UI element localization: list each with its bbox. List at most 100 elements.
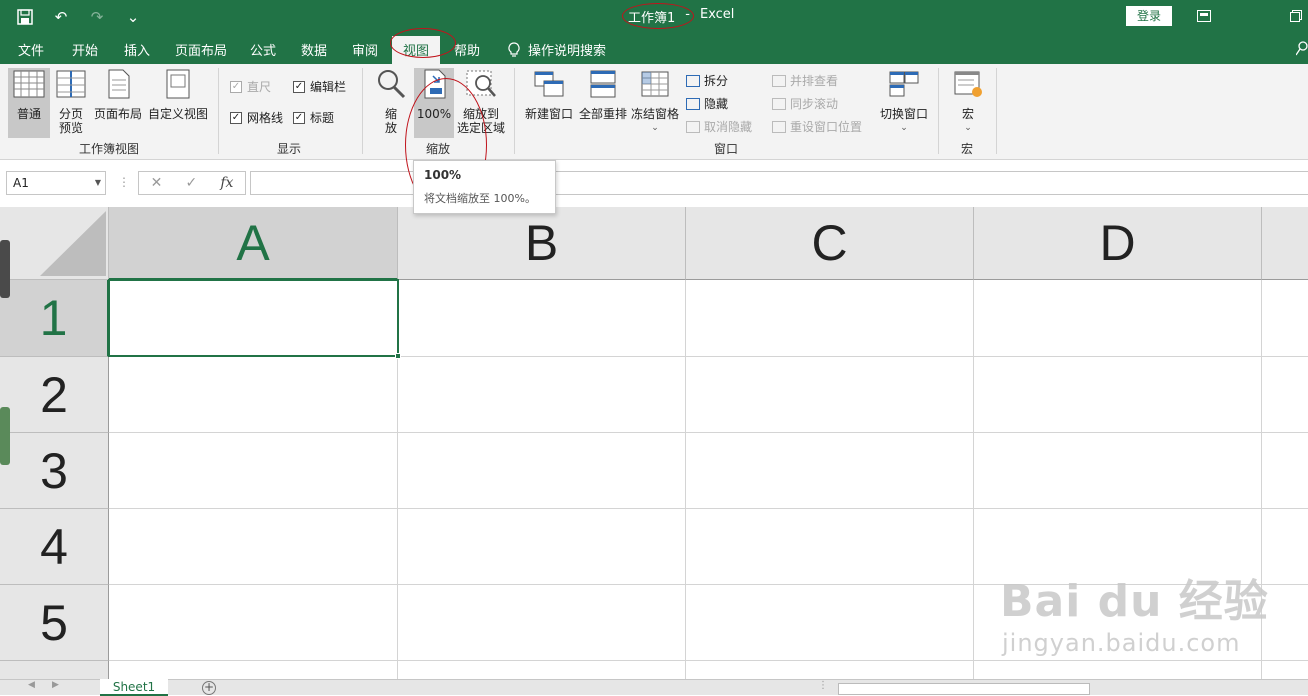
row-header-5[interactable]: 5	[0, 585, 109, 661]
switch-windows-label: 切换窗口	[879, 107, 928, 121]
row-header-1[interactable]: 1	[0, 280, 109, 357]
restore-window-icon[interactable]	[1284, 6, 1308, 26]
ruler-label: 直尺	[247, 80, 272, 94]
left-edge-slider-2[interactable]	[0, 407, 10, 465]
macros-label: 宏	[961, 107, 974, 121]
active-cell-a1[interactable]	[108, 279, 399, 357]
baidu-jingyan-watermark: Bai du 经验 jingyan.baidu.com	[1000, 565, 1300, 675]
gridline	[685, 280, 686, 679]
ribbon: 普通 分页 预览 页面布局 自定义视图 工作簿视图 ✓ 直尺 ✓ 编辑栏 ✓ 网…	[0, 64, 1308, 160]
gridline	[973, 280, 974, 679]
annotation-circle-view-tab	[390, 28, 456, 58]
annotation-circle-title	[622, 3, 694, 29]
tab-insert[interactable]: 插入	[124, 40, 150, 59]
workbook-views-group-label: 工作簿视图	[79, 142, 140, 156]
undo-icon[interactable]: ↶	[50, 6, 72, 28]
group-divider	[996, 68, 997, 154]
tab-file[interactable]: 文件	[18, 40, 44, 59]
tab-help[interactable]: 帮助	[454, 40, 480, 59]
headings-checkbox[interactable]: ✓ 标题	[293, 109, 334, 126]
sheet-tab-sheet1[interactable]: Sheet1	[100, 679, 168, 696]
column-header-d[interactable]: D	[974, 207, 1262, 280]
column-header-c[interactable]: C	[686, 207, 974, 280]
quick-access-toolbar: ↶ ↷ ⌄	[14, 6, 144, 28]
view-side-by-side-button[interactable]: 并排查看	[772, 72, 838, 89]
gridline	[109, 508, 1308, 509]
formula-bar-label: 编辑栏	[310, 80, 347, 94]
add-sheet-icon[interactable]: +	[202, 681, 216, 695]
select-all-corner[interactable]	[0, 207, 109, 280]
page-layout-view-button[interactable]: 页面布局	[93, 68, 143, 121]
custom-views-button[interactable]: 自定义视图	[147, 68, 209, 121]
row-header-4[interactable]: 4	[0, 509, 109, 585]
macros-group-label: 宏	[961, 142, 974, 156]
zoom-100-tooltip: 100% 将文档缩放至 100%。	[413, 160, 556, 214]
show-group-label: 显示	[277, 142, 302, 156]
sync-scroll-label: 同步滚动	[790, 97, 839, 111]
cancel-icon[interactable]: ✕	[151, 175, 163, 191]
account-icon[interactable]	[1295, 40, 1308, 59]
enter-icon[interactable]: ✓	[185, 175, 197, 191]
freeze-panes-label: 冻结窗格	[630, 107, 679, 121]
column-header-e[interactable]	[1262, 207, 1308, 280]
zoom-button[interactable]: 缩 放	[374, 68, 408, 135]
formula-bar-check-box: ✓	[293, 80, 305, 93]
watermark-sub: jingyan.baidu.com	[1002, 629, 1241, 657]
ribbon-display-options-icon[interactable]	[1192, 6, 1216, 26]
formula-buttons: ✕ ✓ fx	[138, 171, 246, 195]
row-header-2[interactable]: 2	[0, 357, 109, 433]
headings-check-box: ✓	[293, 111, 305, 124]
row-header-3[interactable]: 3	[0, 433, 109, 509]
next-sheet-icon[interactable]: ▶	[52, 680, 59, 690]
page-break-preview-button[interactable]: 分页 预览	[54, 68, 88, 135]
name-box[interactable]: A1 ▼	[6, 171, 106, 195]
insert-function-icon[interactable]: fx	[220, 175, 233, 191]
normal-view-button[interactable]: 普通	[8, 68, 50, 138]
switch-windows-button[interactable]: 切换窗口 ⌄	[878, 68, 930, 135]
formula-bar-checkbox[interactable]: ✓ 编辑栏	[293, 78, 346, 95]
sheet-tab-bar: ◀ ▶ Sheet1 + ⋮	[0, 679, 1308, 696]
customize-qat-icon[interactable]: ⌄	[122, 6, 144, 28]
column-header-b[interactable]: B	[398, 207, 686, 280]
tab-page-layout[interactable]: 页面布局	[175, 40, 227, 59]
prev-sheet-icon[interactable]: ◀	[28, 680, 35, 690]
split-label: 拆分	[704, 74, 729, 88]
column-header-a[interactable]: A	[109, 207, 398, 280]
side-by-side-icon	[772, 74, 786, 87]
tab-formulas[interactable]: 公式	[250, 40, 276, 59]
formula-bar-grip-icon[interactable]: ⋮	[118, 175, 130, 189]
fill-handle[interactable]	[395, 353, 401, 359]
gridlines-label: 网格线	[247, 111, 284, 125]
hide-button[interactable]: 隐藏	[686, 95, 728, 112]
switch-windows-dropdown-icon: ⌄	[900, 123, 908, 133]
name-box-dropdown-icon[interactable]: ▼	[95, 178, 101, 187]
macros-button[interactable]: 宏 ⌄	[950, 68, 986, 135]
tab-review[interactable]: 审阅	[352, 40, 378, 59]
custom-views-label: 自定义视图	[147, 107, 208, 121]
freeze-panes-button[interactable]: 冻结窗格 ⌄	[630, 68, 680, 135]
left-edge-slider[interactable]	[0, 240, 10, 298]
new-window-button[interactable]: 新建窗口	[524, 68, 574, 121]
arrange-all-button[interactable]: 全部重排	[578, 68, 628, 121]
split-button[interactable]: 拆分	[686, 72, 728, 89]
tell-me-search[interactable]: 操作说明搜索	[508, 40, 606, 59]
document-title: 工作簿1 - Excel	[622, 3, 734, 29]
ruler-checkbox[interactable]: ✓ 直尺	[230, 78, 271, 95]
unhide-icon	[686, 120, 700, 133]
gridlines-checkbox[interactable]: ✓ 网格线	[230, 109, 283, 126]
horizontal-scrollbar[interactable]	[838, 683, 1090, 695]
tab-data[interactable]: 数据	[301, 40, 327, 59]
login-button[interactable]: 登录	[1126, 6, 1172, 26]
tab-split-grip-icon[interactable]: ⋮	[818, 680, 828, 691]
sync-scroll-button[interactable]: 同步滚动	[772, 95, 838, 112]
window-group-label: 窗口	[714, 142, 739, 156]
unhide-button[interactable]: 取消隐藏	[686, 118, 752, 135]
sync-scroll-icon	[772, 97, 786, 110]
reset-window-position-button[interactable]: 重设窗口位置	[772, 118, 862, 135]
redo-icon[interactable]: ↷	[86, 6, 108, 28]
row-header-6[interactable]	[0, 661, 109, 679]
tab-home[interactable]: 开始	[72, 40, 98, 59]
custom-views-icon	[166, 69, 190, 99]
macros-dropdown-icon: ⌄	[964, 123, 972, 133]
save-icon[interactable]	[14, 6, 36, 28]
